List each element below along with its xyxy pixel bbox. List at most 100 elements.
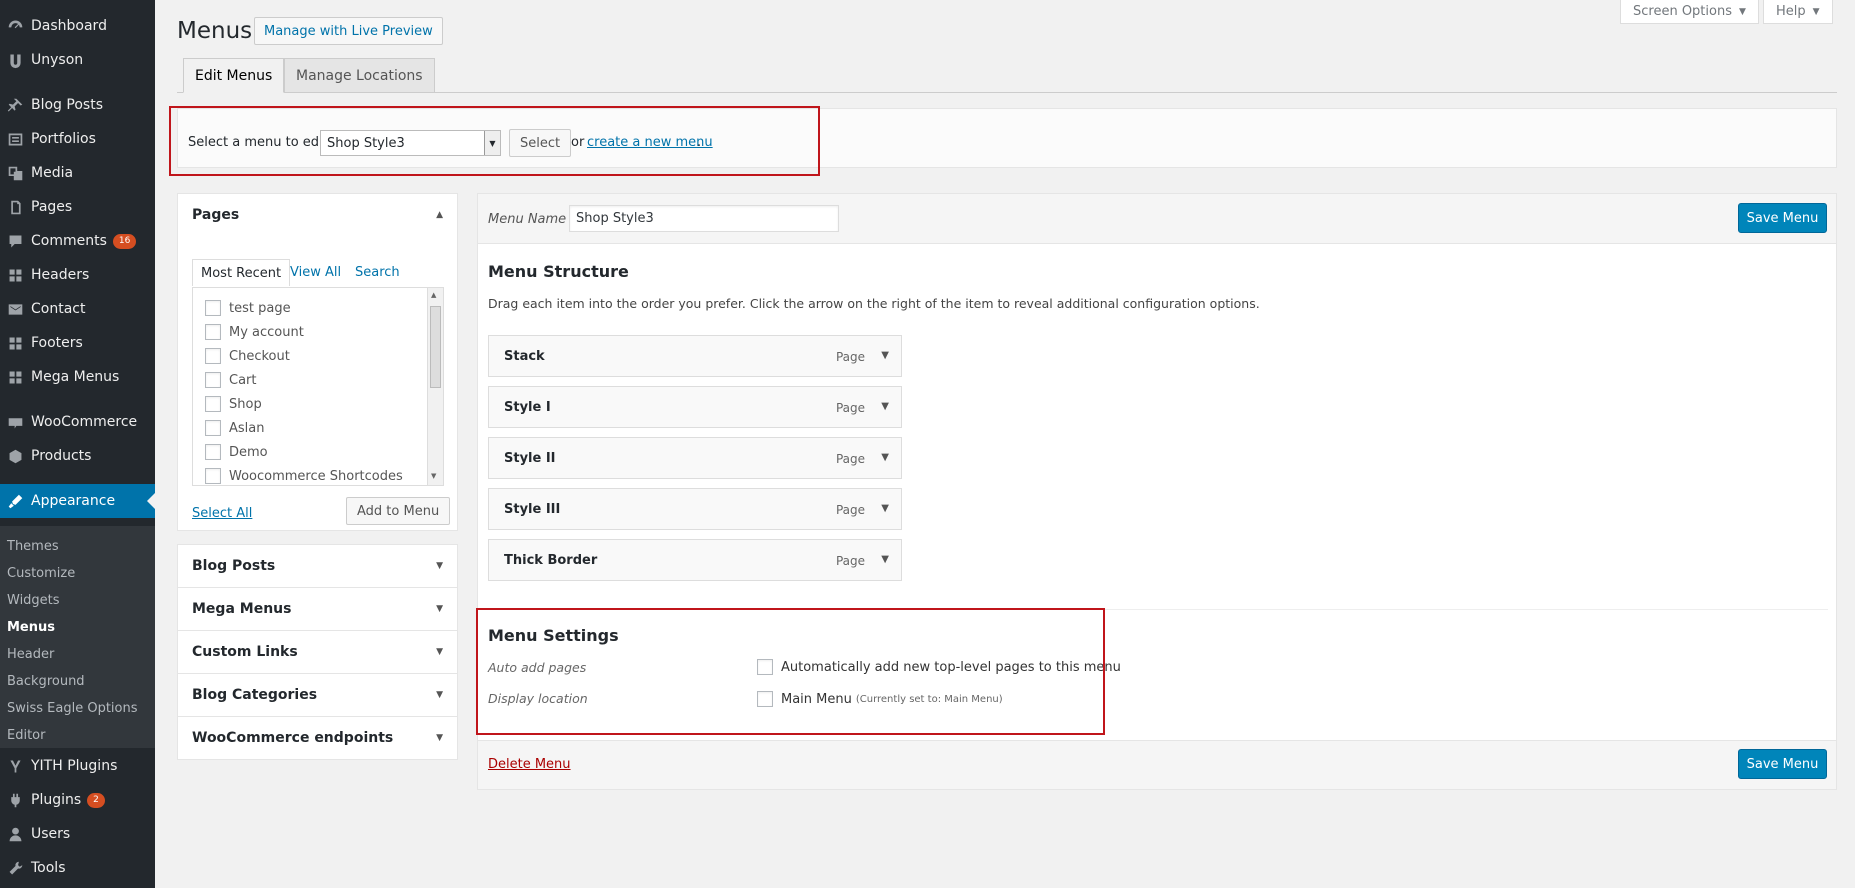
menu-item-type: Page bbox=[835, 554, 865, 568]
submenu-themes[interactable]: Themes bbox=[7, 539, 59, 554]
page-checkbox[interactable] bbox=[205, 444, 221, 460]
list-item[interactable]: Cart bbox=[205, 372, 257, 388]
sidebar-item-blog-posts[interactable]: Blog Posts bbox=[0, 88, 155, 122]
sidebar-item-headers[interactable]: Headers bbox=[0, 258, 155, 292]
sidebar-item-media[interactable]: Media bbox=[0, 156, 155, 190]
sidebar-item-contact[interactable]: Contact bbox=[0, 292, 155, 326]
portfolio-icon bbox=[0, 122, 30, 156]
page-checkbox[interactable] bbox=[205, 300, 221, 316]
sidebar-item-footers[interactable]: Footers bbox=[0, 326, 155, 360]
live-preview-button[interactable]: Manage with Live Preview bbox=[254, 17, 443, 45]
submenu-customize[interactable]: Customize bbox=[7, 566, 75, 581]
menu-item[interactable]: Style II Page ▼ bbox=[488, 437, 902, 479]
save-menu-button-bottom[interactable]: Save Menu bbox=[1738, 749, 1827, 779]
expand-arrow-icon: ▼ bbox=[436, 690, 443, 700]
screen-options-button[interactable]: Screen Options ▼ bbox=[1620, 0, 1759, 24]
sidebar-item-unyson[interactable]: Unyson bbox=[0, 43, 155, 77]
caret-down-icon: ▼ bbox=[1739, 6, 1746, 17]
sidebar-item-dashboard[interactable]: Dashboard bbox=[0, 9, 155, 43]
expand-arrow-icon: ▼ bbox=[436, 604, 443, 614]
list-item[interactable]: My account bbox=[205, 324, 304, 340]
page-checkbox[interactable] bbox=[205, 372, 221, 388]
expand-arrow-icon[interactable]: ▼ bbox=[881, 503, 889, 514]
pages-scrollbar[interactable]: ▲ ▼ bbox=[427, 288, 443, 485]
submenu-widgets[interactable]: Widgets bbox=[7, 593, 60, 608]
tab-most-recent[interactable]: Most Recent bbox=[192, 259, 291, 286]
expand-arrow-icon[interactable]: ▼ bbox=[881, 350, 889, 361]
sidebar-item-tools[interactable]: Tools bbox=[0, 851, 155, 885]
pages-metabox: Pages ▲ Most Recent View All Search test… bbox=[177, 193, 458, 531]
submenu-background[interactable]: Background bbox=[7, 674, 85, 689]
accordion-mega-menus[interactable]: Mega Menus ▼ bbox=[177, 587, 458, 631]
list-item[interactable]: Checkout bbox=[205, 348, 290, 364]
scrollbar-thumb[interactable] bbox=[430, 306, 441, 388]
tab-manage-locations[interactable]: Manage Locations bbox=[284, 58, 435, 93]
expand-arrow-icon[interactable]: ▼ bbox=[881, 452, 889, 463]
help-button[interactable]: Help ▼ bbox=[1763, 0, 1833, 24]
submenu-menus[interactable]: Menus bbox=[7, 620, 55, 635]
sidebar-item-portfolios[interactable]: Portfolios bbox=[0, 122, 155, 156]
appearance-icon bbox=[0, 484, 30, 518]
plugins-count-badge: 2 bbox=[87, 792, 105, 808]
add-to-menu-button[interactable]: Add to Menu bbox=[346, 497, 451, 525]
sidebar-item-users[interactable]: Users bbox=[0, 817, 155, 851]
grid-icon bbox=[0, 258, 30, 292]
submenu-swiss-eagle-options[interactable]: Swiss Eagle Options bbox=[7, 701, 138, 716]
select-all-link[interactable]: Select All bbox=[192, 506, 252, 521]
page-label: My account bbox=[229, 324, 304, 340]
page-checkbox[interactable] bbox=[205, 468, 221, 484]
yith-icon bbox=[0, 749, 30, 783]
menu-item-title: Thick Border bbox=[504, 553, 598, 568]
sidebar-item-woocommerce[interactable]: WooCommerce bbox=[0, 405, 155, 439]
list-item[interactable]: test page bbox=[205, 300, 291, 316]
menu-item[interactable]: Style I Page ▼ bbox=[488, 386, 902, 428]
menu-name-input[interactable] bbox=[569, 205, 839, 232]
list-item[interactable]: Shop bbox=[205, 396, 262, 412]
submenu-editor[interactable]: Editor bbox=[7, 728, 45, 743]
tab-edit-menus[interactable]: Edit Menus bbox=[183, 58, 285, 93]
menu-item[interactable]: Style III Page ▼ bbox=[488, 488, 902, 530]
pages-metabox-header[interactable]: Pages ▲ bbox=[178, 194, 457, 236]
sidebar-item-appearance[interactable]: Appearance bbox=[0, 484, 155, 518]
sidebar-item-products[interactable]: Products bbox=[0, 439, 155, 473]
accordion-blog-posts[interactable]: Blog Posts ▼ bbox=[177, 544, 458, 588]
menu-item[interactable]: Thick Border Page ▼ bbox=[488, 539, 902, 581]
list-item[interactable]: Woocommerce Shortcodes bbox=[205, 468, 403, 484]
accordion-custom-links[interactable]: Custom Links ▼ bbox=[177, 630, 458, 674]
expand-arrow-icon[interactable]: ▼ bbox=[881, 401, 889, 412]
list-item[interactable]: Demo bbox=[205, 444, 268, 460]
page-checkbox[interactable] bbox=[205, 324, 221, 340]
tab-view-all[interactable]: View All bbox=[290, 259, 341, 286]
woocommerce-icon bbox=[0, 405, 30, 439]
page-label: Woocommerce Shortcodes bbox=[229, 468, 403, 484]
tab-search[interactable]: Search bbox=[355, 259, 400, 286]
accordion-woocommerce-endpoints[interactable]: WooCommerce endpoints ▼ bbox=[177, 716, 458, 760]
page-checkbox[interactable] bbox=[205, 420, 221, 436]
scroll-down-icon[interactable]: ▼ bbox=[431, 472, 436, 480]
help-label: Help bbox=[1776, 4, 1806, 19]
sidebar-item-mega-menus[interactable]: Mega Menus bbox=[0, 360, 155, 394]
list-item[interactable]: Aslan bbox=[205, 420, 264, 436]
page-checkbox[interactable] bbox=[205, 348, 221, 364]
sidebar-item-plugins[interactable]: Plugins 2 bbox=[0, 783, 155, 817]
accordion-blog-categories[interactable]: Blog Categories ▼ bbox=[177, 673, 458, 717]
envelope-icon bbox=[0, 292, 30, 326]
appearance-submenu: Themes Customize Widgets Menus Header Ba… bbox=[0, 526, 155, 748]
sidebar-item-label: WooCommerce bbox=[31, 414, 138, 430]
comments-icon bbox=[0, 224, 30, 258]
sidebar-item-pages[interactable]: Pages bbox=[0, 190, 155, 224]
menu-name-label: Menu Name bbox=[488, 212, 567, 227]
grid-icon bbox=[0, 360, 30, 394]
save-menu-button-top[interactable]: Save Menu bbox=[1738, 203, 1827, 233]
pages-checklist: test page My account Checkout Cart Shop … bbox=[192, 287, 444, 486]
sidebar-item-comments[interactable]: Comments 16 bbox=[0, 224, 155, 258]
sidebar-item-yith-plugins[interactable]: YITH Plugins bbox=[0, 749, 155, 783]
scroll-up-icon[interactable]: ▲ bbox=[431, 291, 436, 299]
expand-arrow-icon[interactable]: ▼ bbox=[881, 554, 889, 565]
sidebar-item-label: Unyson bbox=[31, 52, 84, 68]
submenu-header[interactable]: Header bbox=[7, 647, 54, 662]
page-checkbox[interactable] bbox=[205, 396, 221, 412]
menu-item[interactable]: Stack Page ▼ bbox=[488, 335, 902, 377]
products-icon bbox=[0, 439, 30, 473]
delete-menu-link[interactable]: Delete Menu bbox=[488, 757, 571, 772]
